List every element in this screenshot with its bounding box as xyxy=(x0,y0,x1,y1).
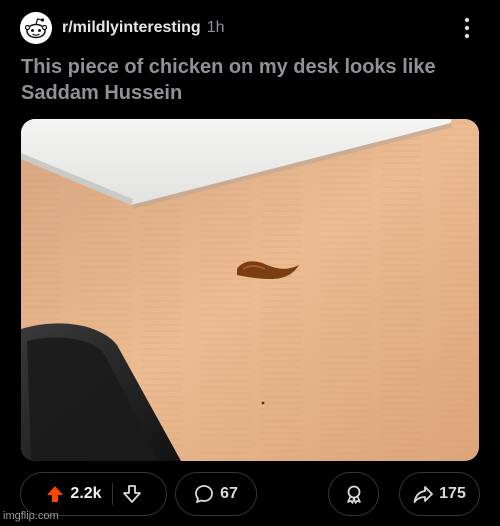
downvote-arrow-icon xyxy=(122,485,141,503)
subreddit-link[interactable]: r/mildlyinteresting xyxy=(62,19,201,36)
comment-bubble-icon xyxy=(195,485,213,503)
award-icon xyxy=(346,485,361,504)
subreddit-name-row: r/mildlyinteresting 1h xyxy=(62,19,225,37)
comment-count: 67 xyxy=(220,485,238,502)
share-count: 175 xyxy=(439,485,466,502)
more-options-button[interactable] xyxy=(462,16,472,40)
upvote-arrow-icon xyxy=(47,486,64,502)
chicken-desk-photo xyxy=(21,119,479,461)
share-button[interactable]: 175 xyxy=(399,472,480,516)
post-age: 1h xyxy=(206,19,225,36)
award-button[interactable] xyxy=(328,472,379,516)
share-arrow-icon xyxy=(413,486,434,503)
comments-button[interactable]: 67 xyxy=(175,472,257,516)
post-header: r/mildlyinteresting 1h xyxy=(20,12,480,44)
post-image[interactable] xyxy=(21,119,479,461)
subreddit-avatar[interactable] xyxy=(20,12,52,44)
post-title[interactable]: This piece of chicken on my desk looks l… xyxy=(21,54,481,106)
vote-divider xyxy=(111,483,113,505)
post-action-bar: 2.2k 67 175 xyxy=(0,472,500,518)
downvote-button[interactable] xyxy=(122,485,141,503)
more-vertical-icon xyxy=(464,17,470,39)
reddit-alien-icon xyxy=(20,12,52,44)
watermark: imgflip.com xyxy=(3,510,59,522)
vote-count: 2.2k xyxy=(70,485,102,502)
upvote-button[interactable] xyxy=(46,485,64,503)
